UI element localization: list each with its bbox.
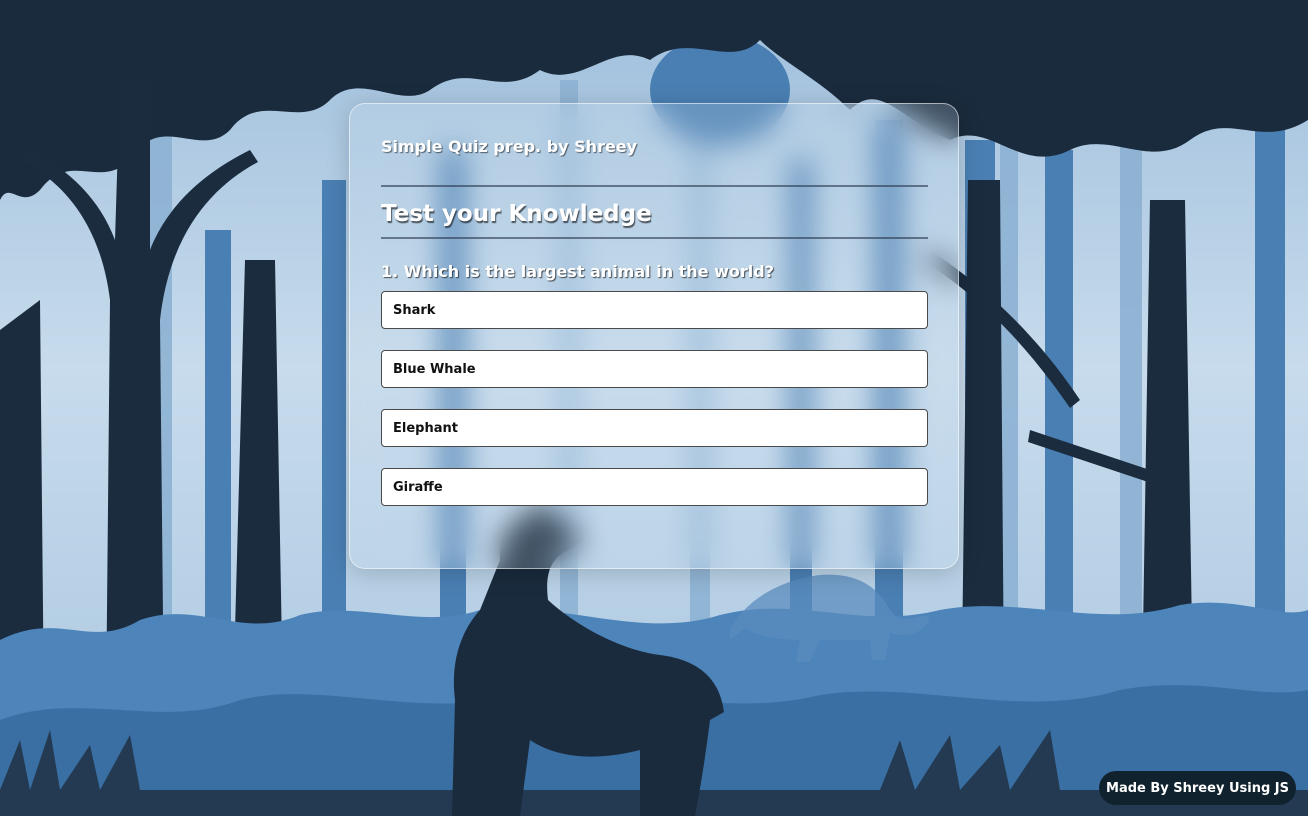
divider bbox=[381, 237, 928, 239]
quiz-header: Simple Quiz prep. by Shreey bbox=[381, 137, 638, 156]
answer-button-elephant[interactable]: Elephant bbox=[381, 409, 928, 447]
divider bbox=[381, 185, 928, 187]
answer-button-shark[interactable]: Shark bbox=[381, 291, 928, 329]
answer-button-blue-whale[interactable]: Blue Whale bbox=[381, 350, 928, 388]
answer-button-giraffe[interactable]: Giraffe bbox=[381, 468, 928, 506]
quiz-title: Test your Knowledge bbox=[381, 201, 652, 227]
quiz-card: Simple Quiz prep. by Shreey Test your Kn… bbox=[349, 103, 959, 569]
answer-list: Shark Blue Whale Elephant Giraffe bbox=[381, 291, 928, 527]
credit-badge: Made By Shreey Using JS bbox=[1099, 771, 1296, 805]
question-text: 1. Which is the largest animal in the wo… bbox=[381, 262, 774, 281]
